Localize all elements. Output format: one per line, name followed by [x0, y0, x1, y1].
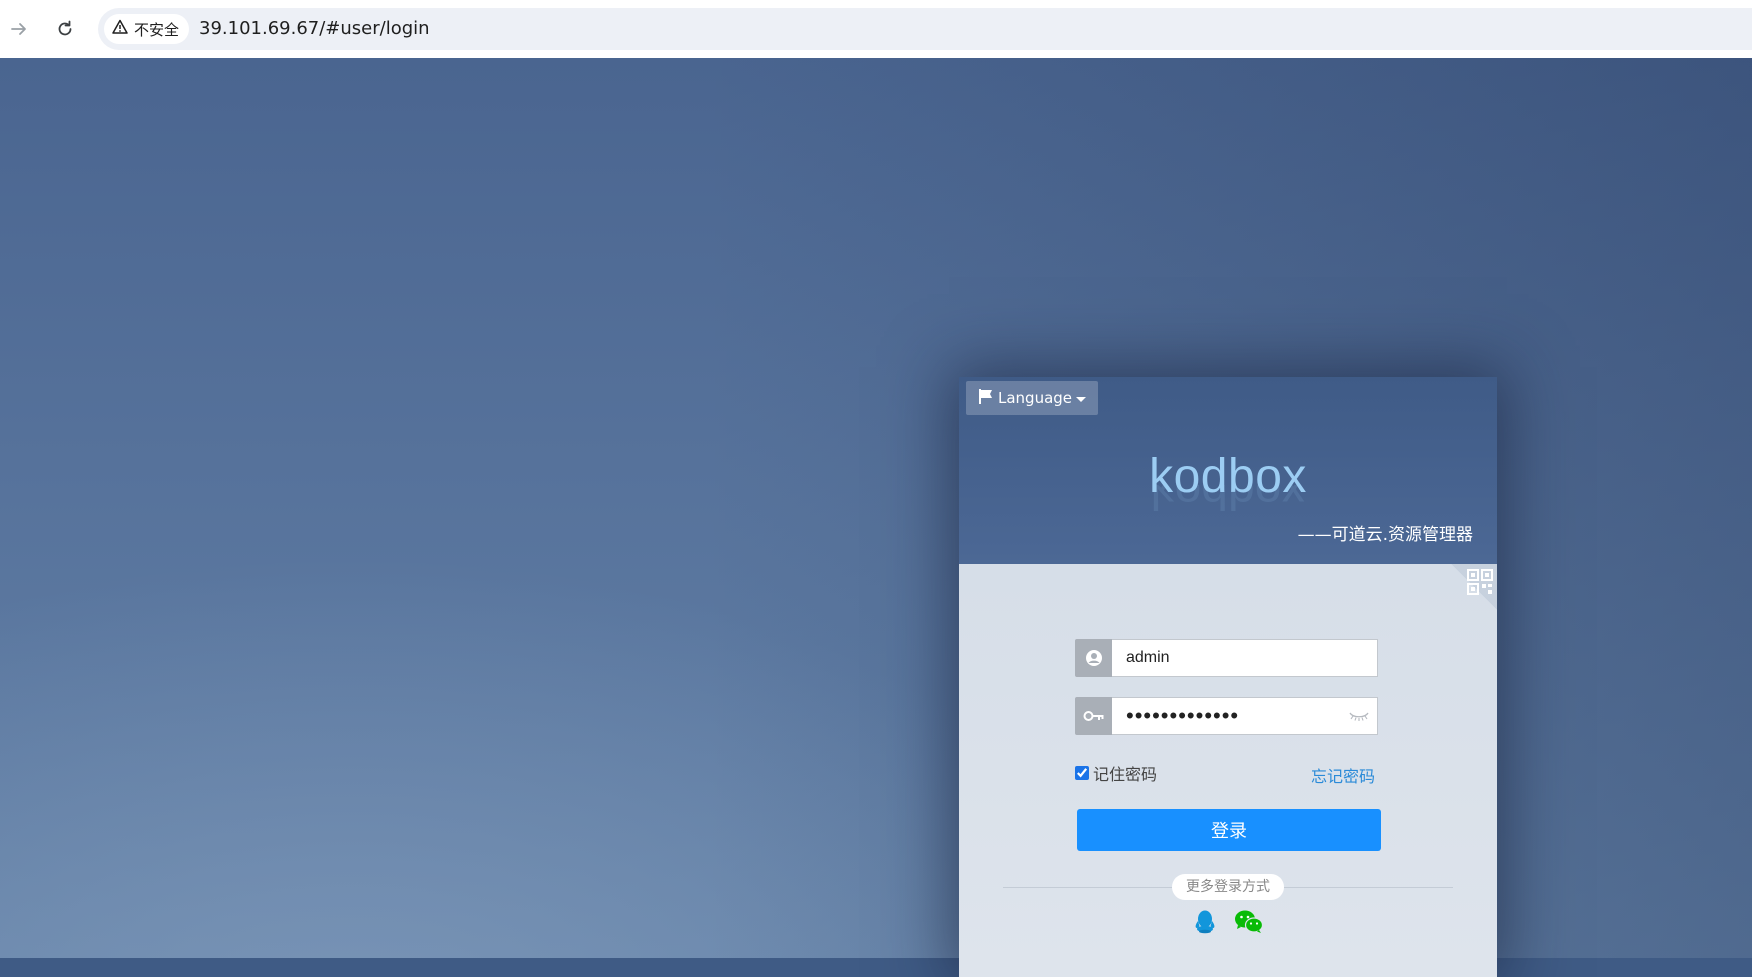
wechat-icon: [1234, 909, 1264, 939]
user-icon: [1075, 639, 1112, 677]
reload-icon[interactable]: [50, 14, 80, 44]
security-label: 不安全: [134, 20, 180, 39]
wechat-login-button[interactable]: [1234, 909, 1264, 939]
language-dropdown[interactable]: Language: [966, 381, 1099, 415]
password-field: [1075, 697, 1379, 735]
browser-toolbar: 不安全 39.101.69.67/#user/login: [0, 0, 1752, 58]
qq-login-button[interactable]: [1190, 909, 1220, 939]
login-form: [959, 564, 1497, 977]
forward-arrow-icon[interactable]: [4, 14, 34, 44]
more-login-methods-label: 更多登录方式: [1172, 874, 1284, 900]
warning-triangle-icon: [112, 19, 128, 39]
brand-reflection: kodbox: [1150, 485, 1306, 518]
eye-closed-icon[interactable]: [1349, 708, 1369, 727]
remember-checkbox[interactable]: [1075, 766, 1089, 780]
qr-code-icon: [1467, 569, 1493, 599]
qr-login-toggle[interactable]: [1451, 564, 1497, 610]
remember-password[interactable]: 记住密码: [1075, 763, 1158, 784]
address-bar[interactable]: 不安全 39.101.69.67/#user/login: [98, 8, 1752, 50]
remember-label: 记住密码: [1093, 765, 1158, 784]
username-input[interactable]: [1112, 639, 1378, 677]
qq-icon: [1193, 909, 1217, 939]
username-field: [1075, 639, 1379, 677]
language-label: Language: [998, 389, 1073, 407]
password-input[interactable]: [1112, 697, 1378, 735]
security-chip[interactable]: 不安全: [104, 14, 190, 44]
forgot-password-link[interactable]: 忘记密码: [1311, 763, 1375, 787]
login-button[interactable]: 登录: [1077, 809, 1381, 851]
login-header: Language kodbox kodbox ——可道云.资源管理器: [959, 377, 1497, 564]
flag-icon: [978, 388, 994, 408]
caret-down-icon: [1076, 389, 1087, 407]
key-icon: [1075, 697, 1112, 735]
url-text[interactable]: 39.101.69.67/#user/login: [199, 8, 430, 50]
brand-tagline: ——可道云.资源管理器: [1297, 525, 1473, 545]
